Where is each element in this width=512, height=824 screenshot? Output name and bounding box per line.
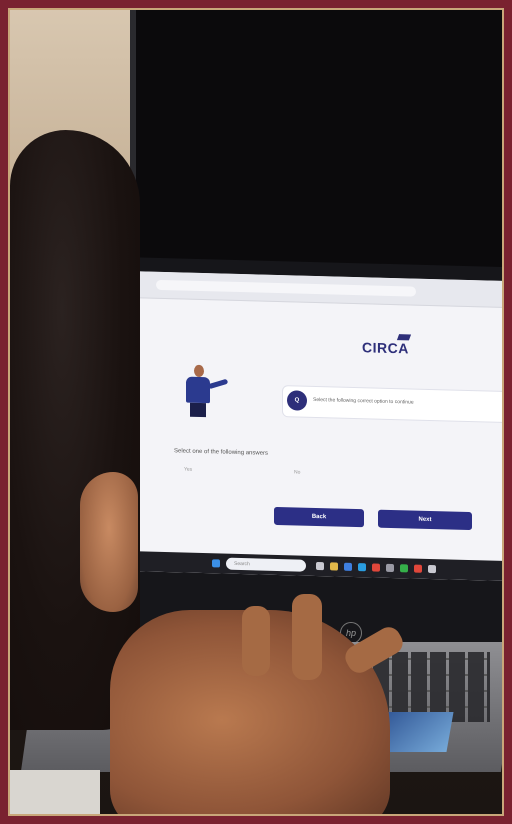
folder-icon[interactable] <box>330 562 338 571</box>
person-shirt <box>10 770 100 814</box>
question-badge: Q <box>287 390 307 411</box>
finger <box>292 594 322 680</box>
background-monitor <box>130 10 502 270</box>
photo-frame: CIRCA Q Select the following correct opt… <box>8 8 504 816</box>
taskbar-search[interactable]: Search <box>226 557 306 572</box>
answer-prompt: Select one of the following answers <box>174 448 269 457</box>
brand-logo: CIRCA <box>362 334 412 357</box>
back-button[interactable]: Back <box>274 506 364 528</box>
person-head <box>10 130 140 730</box>
app-icon[interactable] <box>386 563 394 573</box>
question-text: Select the following correct option to c… <box>313 396 414 406</box>
question-card: Q Select the following correct option to… <box>282 385 502 424</box>
graduation-cap-icon <box>396 334 412 341</box>
windows-icon[interactable] <box>212 559 220 568</box>
answer-option[interactable]: Yes <box>184 467 192 473</box>
logo-text: CIRCA <box>362 339 409 357</box>
next-button[interactable]: Next <box>378 509 472 531</box>
app-icon[interactable] <box>400 564 408 573</box>
mail-icon[interactable] <box>358 563 366 572</box>
browser-icon[interactable] <box>316 562 324 571</box>
app-icon[interactable] <box>414 564 422 573</box>
chrome-icon[interactable] <box>372 563 380 572</box>
laptop-screen: CIRCA Q Select the following correct opt… <box>116 270 502 582</box>
store-icon[interactable] <box>344 562 352 571</box>
address-bar[interactable] <box>156 279 416 297</box>
app-icon[interactable] <box>428 564 436 574</box>
avatar-illustration <box>178 364 229 418</box>
finger <box>242 606 270 676</box>
person-ear <box>80 472 138 612</box>
answer-option[interactable]: No <box>294 469 300 475</box>
